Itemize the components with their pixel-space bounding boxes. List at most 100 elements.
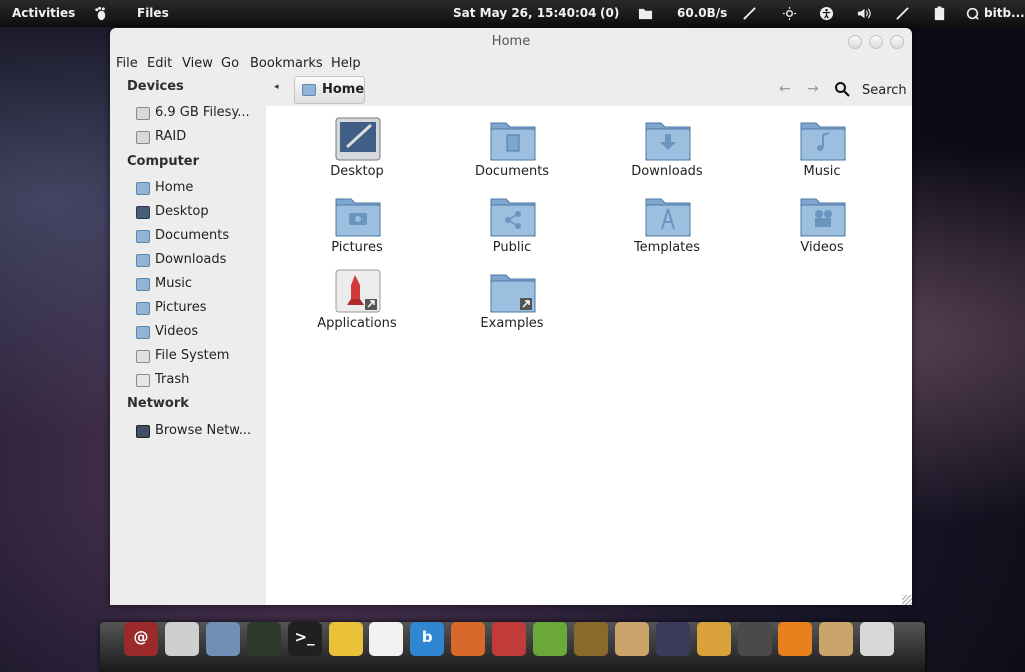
menu-edit[interactable]: Edit — [147, 56, 172, 71]
activities-button[interactable]: Activities — [12, 0, 75, 27]
thunderbird-stamp-icon[interactable] — [205, 622, 240, 656]
applications-link-icon — [335, 269, 381, 313]
sidebar-item-pictures[interactable]: Pictures — [134, 299, 262, 319]
sidebar-item-filesystem-volume[interactable]: 6.9 GB Filesy... — [134, 104, 262, 124]
mona-lisa-icon[interactable] — [573, 622, 608, 656]
sidebar-item-videos[interactable]: Videos — [134, 323, 262, 343]
system-settings-icon[interactable] — [737, 622, 772, 656]
accessibility-icon[interactable] — [819, 6, 834, 21]
package-box-icon[interactable] — [819, 622, 854, 656]
dock-glyph: >_ — [294, 628, 315, 646]
file-item-downloads[interactable]: Downloads — [602, 117, 732, 189]
pictures-folder-icon — [335, 198, 381, 237]
sidebar-item-label: 6.9 GB Filesy... — [155, 105, 250, 120]
top-panel: Activities Files Sat May 26, 15:40:04 (0… — [0, 0, 1025, 27]
spiral-app-icon[interactable] — [533, 622, 567, 656]
breadcrumb-home[interactable]: Home — [294, 76, 365, 104]
paint-splash-icon[interactable] — [696, 622, 731, 656]
file-item-label: Videos — [800, 240, 844, 255]
microphone-icon[interactable] — [655, 622, 690, 656]
file-item-examples[interactable]: Examples — [447, 269, 577, 341]
terminal-icon[interactable]: >_ — [287, 622, 322, 656]
bitbucket-b-icon[interactable]: b — [410, 622, 445, 656]
sidebar-item-label: Documents — [155, 228, 230, 243]
file-item-label: Music — [803, 164, 841, 179]
transmission-icon[interactable] — [492, 622, 527, 656]
battery-icon[interactable] — [932, 6, 947, 21]
sidebar-item-label: RAID — [155, 129, 187, 144]
file-item-desktop[interactable]: Desktop — [292, 117, 422, 189]
menu-help[interactable]: Help — [331, 56, 361, 71]
drive-icon — [136, 107, 150, 120]
folder-indicator-icon[interactable] — [638, 6, 653, 21]
file-cabinet-icon[interactable] — [164, 622, 199, 656]
forward-arrow-icon[interactable]: → — [807, 81, 819, 97]
clock[interactable]: Sat May 26, 15:40:04 — [453, 0, 596, 27]
file-view: ◂ Home ← → Search Desktop Documents Down… — [266, 75, 912, 605]
mail-indicator[interactable]: (0) — [600, 0, 619, 27]
close-button[interactable] — [890, 35, 904, 49]
back-arrow-icon[interactable]: ← — [779, 81, 791, 97]
sidebar-item-file-system[interactable]: File System — [134, 347, 262, 367]
sidebar-item-downloads[interactable]: Downloads — [134, 251, 262, 271]
desktop-folder-icon — [335, 117, 381, 161]
examples-link-icon — [490, 274, 536, 313]
file-item-applications[interactable]: Applications — [292, 269, 422, 341]
user-status-icon[interactable] — [966, 7, 979, 20]
minimize-button[interactable] — [848, 35, 862, 49]
resize-grip[interactable] — [902, 595, 912, 605]
drive-icon — [136, 131, 150, 144]
menubar: File Edit View Go Bookmarks Help — [110, 55, 912, 75]
pen-tool-icon[interactable] — [895, 6, 910, 21]
recycle-bin-icon[interactable] — [860, 622, 895, 656]
file-item-label: Desktop — [330, 164, 384, 179]
file-item-documents[interactable]: Documents — [447, 117, 577, 189]
file-item-videos[interactable]: Videos — [757, 193, 887, 265]
menu-file[interactable]: File — [116, 56, 138, 71]
sidebar-item-label: Trash — [155, 372, 190, 387]
titlebar[interactable]: Home — [110, 28, 912, 55]
sidebar-item-raid[interactable]: RAID — [134, 128, 262, 148]
sidebar-item-music[interactable]: Music — [134, 275, 262, 295]
net-speed-indicator[interactable]: 60.0B/s — [677, 0, 727, 27]
blank-document-icon[interactable] — [369, 622, 404, 656]
app-menu-button[interactable]: Files — [137, 0, 169, 27]
path-bar: ◂ Home ← → Search — [266, 75, 912, 106]
menu-bookmarks[interactable]: Bookmarks — [250, 56, 323, 71]
gnome-foot-icon[interactable] — [93, 6, 108, 21]
search-button[interactable]: Search — [862, 83, 907, 98]
maximize-button[interactable] — [869, 35, 883, 49]
menu-go[interactable]: Go — [221, 56, 239, 71]
downloads-icon — [136, 254, 150, 267]
sidebar-item-home[interactable]: Home — [134, 179, 262, 199]
brightness-icon[interactable] — [782, 6, 797, 21]
sidebar-item-documents[interactable]: Documents — [134, 227, 262, 247]
user-menu[interactable]: bitb... — [984, 0, 1025, 27]
sidebar-item-trash[interactable]: Trash — [134, 371, 262, 391]
package-installer-icon[interactable] — [614, 622, 649, 656]
file-item-public[interactable]: Public — [447, 193, 577, 265]
desktop-icon — [136, 206, 150, 219]
home-folder-icon — [302, 84, 316, 96]
sidebar-item-label: Browse Netw... — [155, 423, 252, 438]
sidebar-item-desktop[interactable]: Desktop — [134, 203, 262, 223]
camera-lens-icon[interactable] — [246, 622, 281, 656]
volume-icon[interactable] — [857, 6, 872, 21]
file-item-pictures[interactable]: Pictures — [292, 193, 422, 265]
dock-glyph: @ — [133, 628, 149, 646]
menu-view[interactable]: View — [182, 56, 213, 71]
path-scroll-left-icon[interactable]: ◂ — [274, 82, 279, 92]
file-item-music[interactable]: Music — [757, 117, 887, 189]
file-item-label: Documents — [474, 164, 550, 179]
file-item-label: Examples — [480, 316, 544, 331]
file-item-templates[interactable]: Templates — [602, 193, 732, 265]
sidebar-item-label: Home — [155, 180, 194, 195]
pen-indicator-icon[interactable] — [742, 6, 757, 21]
cheese-icon[interactable] — [328, 622, 363, 656]
sidebar-item-browse-network[interactable]: Browse Netw... — [134, 422, 262, 442]
videos-icon — [136, 326, 150, 339]
search-icon[interactable] — [834, 81, 850, 97]
mail-icon[interactable]: @ — [124, 622, 158, 656]
rss-feed-icon[interactable] — [778, 622, 813, 656]
firefox-icon[interactable] — [451, 622, 486, 656]
